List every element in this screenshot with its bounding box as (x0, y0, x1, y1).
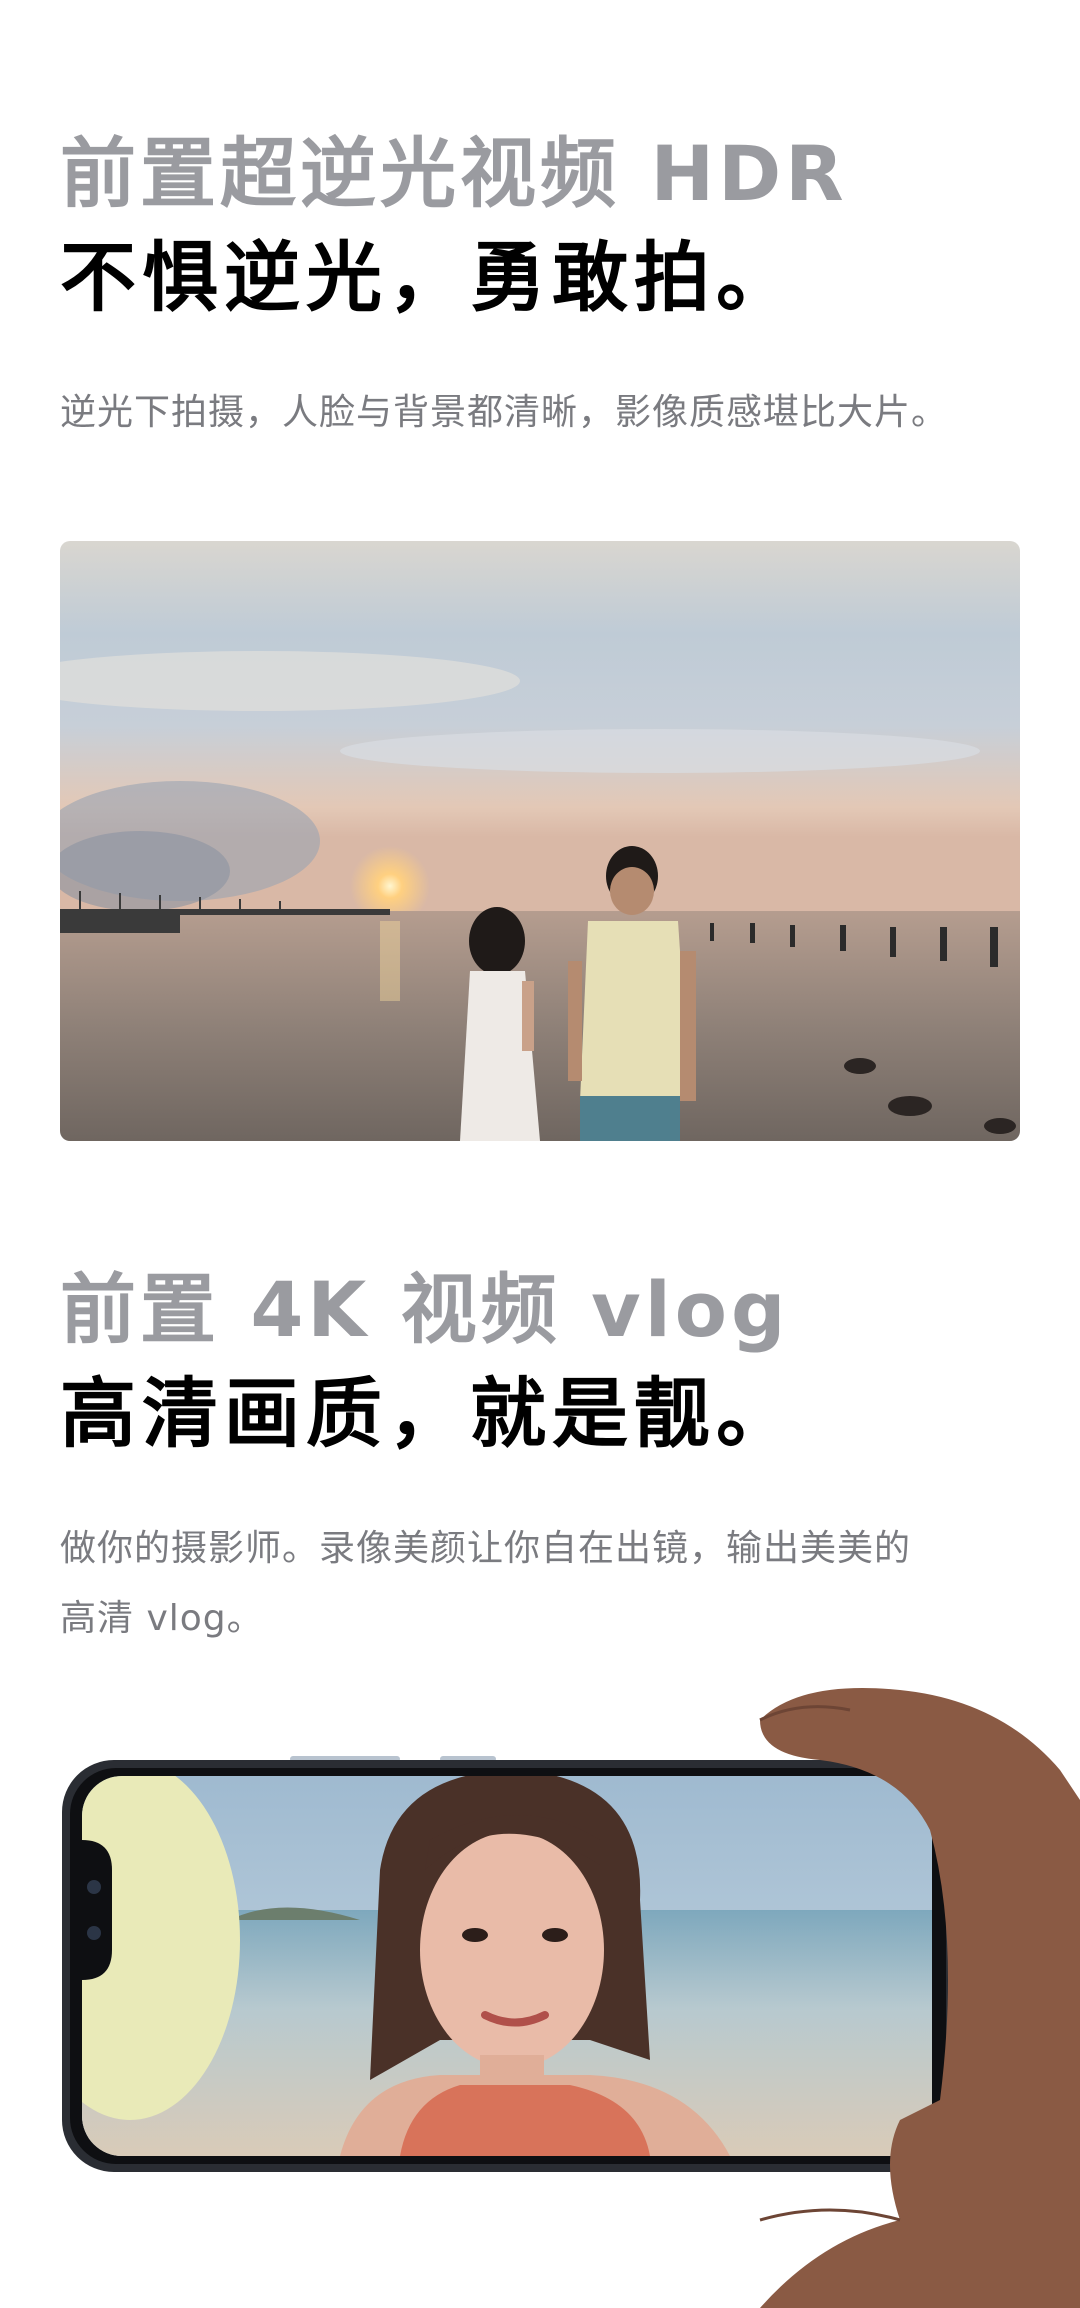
section2-title-black: 高清画质，就是靓。 (60, 1369, 798, 1458)
section1-title-grey: 前置超逆光视频 HDR (60, 129, 848, 218)
section2-title-grey: 前置 4K 视频 vlog (60, 1265, 790, 1354)
section1-title-black: 不惧逆光，勇敢拍。 (60, 233, 798, 322)
section2-description-line2: 高清 vlog。 (60, 1598, 264, 1639)
phone-vlog-image (0, 1680, 1080, 2308)
section1-description: 逆光下拍摄，人脸与背景都清晰，影像质感堪比大片。 (60, 392, 949, 433)
backlight-hdr-photo (60, 541, 1020, 1141)
section2-description-line1: 做你的摄影师。录像美颜让你自在出镜，输出美美的 (60, 1528, 912, 1569)
